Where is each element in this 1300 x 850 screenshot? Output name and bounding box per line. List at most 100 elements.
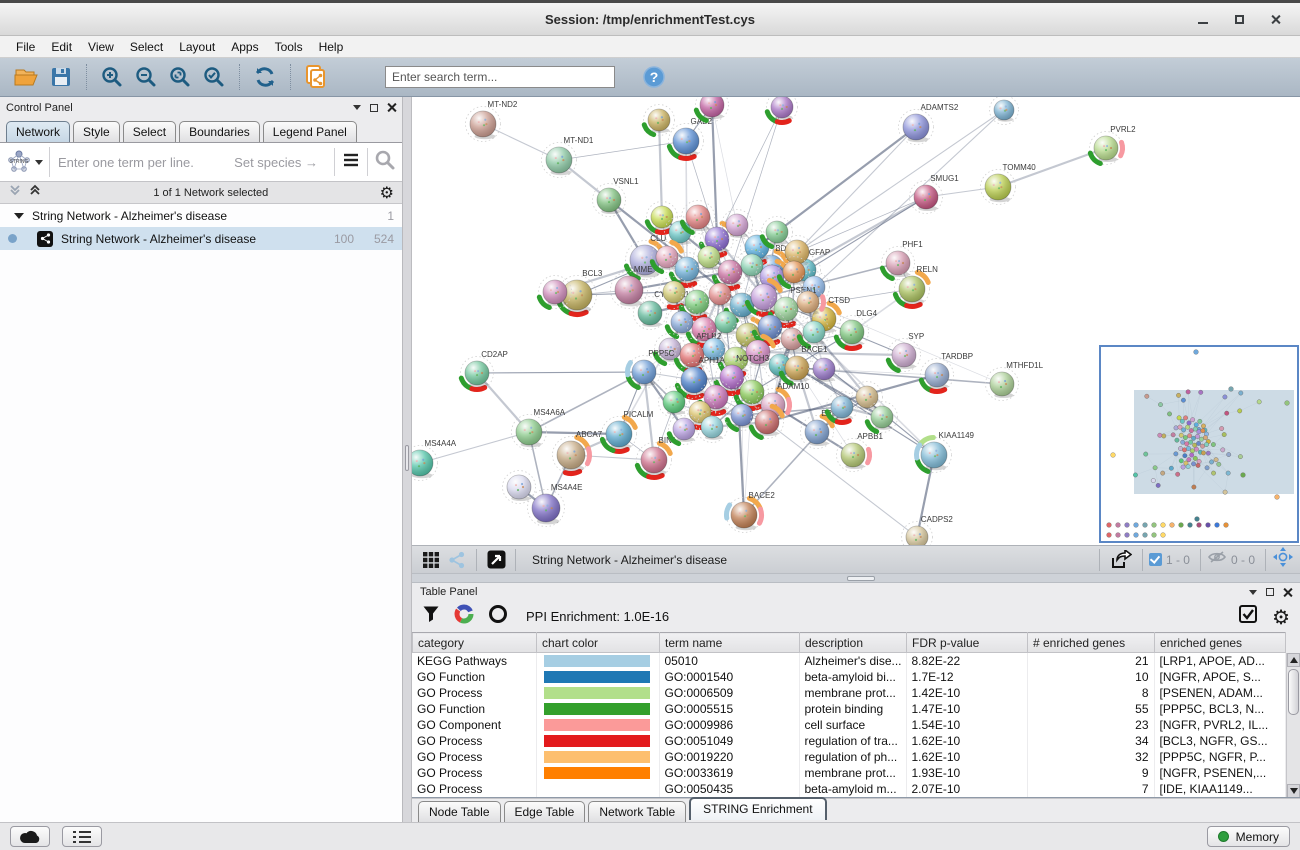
- zoom-fit-icon[interactable]: [163, 62, 197, 92]
- column-header[interactable]: # enriched genes: [1028, 633, 1155, 653]
- column-header[interactable]: enriched genes: [1155, 633, 1286, 653]
- column-header[interactable]: term name: [660, 633, 800, 653]
- network-node[interactable]: [682, 201, 715, 234]
- network-node[interactable]: [539, 276, 572, 309]
- network-node-ms4a6a[interactable]: MS4A6A: [512, 408, 566, 450]
- network-node[interactable]: [799, 317, 830, 348]
- tab-edge-table[interactable]: Edge Table: [504, 801, 586, 822]
- table-panel-menu-icon[interactable]: [1249, 590, 1257, 595]
- network-node-cadps2[interactable]: CADPS2: [902, 515, 954, 545]
- hidden-eye-icon[interactable]: [1207, 550, 1227, 569]
- network-collection-row[interactable]: String Network - Alzheimer's disease 1: [0, 204, 402, 227]
- network-node-bin1[interactable]: BIN1: [637, 436, 677, 478]
- tab-style[interactable]: Style: [73, 121, 120, 142]
- close-button[interactable]: [1268, 12, 1282, 26]
- memory-button[interactable]: Memory: [1207, 826, 1290, 847]
- network-node-pvrl2[interactable]: PVRL2: [1090, 125, 1137, 165]
- column-header[interactable]: FDR p-value: [907, 633, 1028, 653]
- string-logo-icon[interactable]: STRING: [6, 147, 50, 177]
- network-node-tomm40[interactable]: TOMM40: [981, 163, 1037, 205]
- menu-edit[interactable]: Edit: [43, 38, 80, 56]
- network-node[interactable]: [990, 97, 1019, 125]
- network-node-cd2ap[interactable]: CD2AP: [461, 350, 508, 390]
- network-node-adamts2[interactable]: ADAMTS2: [899, 103, 959, 145]
- network-node-abca7[interactable]: ABCA7: [553, 430, 603, 474]
- birdseye-viewport-rect[interactable]: [1134, 390, 1294, 494]
- panel-menu-icon[interactable]: [353, 105, 361, 110]
- table-row[interactable]: GO ProcessGO:0033619membrane prot...1.93…: [412, 765, 1285, 781]
- string-options-icon[interactable]: [341, 151, 361, 174]
- splitter-handle[interactable]: [847, 576, 875, 581]
- expand-all-icon[interactable]: [28, 183, 42, 202]
- zoom-out-icon[interactable]: [129, 62, 163, 92]
- network-node[interactable]: [659, 387, 690, 418]
- network-node[interactable]: [503, 471, 536, 504]
- string-query-input[interactable]: [50, 155, 234, 170]
- birdseye-panel[interactable]: [1099, 345, 1299, 543]
- panel-close-icon[interactable]: [387, 103, 396, 112]
- network-node-picalm[interactable]: PICALM: [602, 410, 654, 452]
- table-row[interactable]: GO ProcessGO:0006509membrane prot...1.42…: [412, 685, 1285, 701]
- grid-view-icon[interactable]: [418, 545, 444, 575]
- network-node[interactable]: [722, 210, 753, 241]
- tab-network-table[interactable]: Network Table: [588, 801, 686, 822]
- menu-view[interactable]: View: [80, 38, 122, 56]
- table-scrollbar[interactable]: [1286, 653, 1300, 798]
- network-node[interactable]: [669, 414, 700, 445]
- tab-string-enrichment[interactable]: STRING Enrichment: [689, 797, 826, 820]
- menu-tools[interactable]: Tools: [267, 38, 311, 56]
- network-node-mthfd1l[interactable]: MTHFD1L: [986, 361, 1044, 401]
- tab-boundaries[interactable]: Boundaries: [179, 121, 260, 142]
- search-input[interactable]: [385, 66, 615, 88]
- birdseye-toggle-icon[interactable]: [1272, 546, 1294, 573]
- panel-float-icon[interactable]: [370, 104, 378, 112]
- network-node[interactable]: [697, 412, 728, 443]
- scroll-down-icon[interactable]: [1287, 784, 1300, 798]
- network-node[interactable]: [809, 354, 840, 385]
- vertical-splitter[interactable]: [403, 97, 412, 822]
- table-row[interactable]: GO ProcessGO:0051049regulation of tra...…: [412, 733, 1285, 749]
- table-row[interactable]: GO ComponentGO:0009986cell surface1.54E-…: [412, 717, 1285, 733]
- donut-chart-icon[interactable]: [454, 604, 474, 629]
- collection-expand-icon[interactable]: [14, 213, 24, 219]
- table-row[interactable]: GO ProcessGO:0019220regulation of ph...1…: [412, 749, 1285, 765]
- export-network-icon[interactable]: [1106, 545, 1136, 575]
- network-node-ms4a4e[interactable]: MS4A4E: [528, 483, 583, 527]
- menu-apps[interactable]: Apps: [223, 38, 266, 56]
- zoom-selected-icon[interactable]: [197, 62, 231, 92]
- collapse-all-icon[interactable]: [8, 183, 22, 202]
- horizontal-splitter[interactable]: [412, 573, 1300, 583]
- network-node[interactable]: [644, 105, 675, 136]
- menu-layout[interactable]: Layout: [171, 38, 223, 56]
- open-session-button[interactable]: [10, 62, 44, 92]
- table-row[interactable]: GO FunctionGO:0005515protein binding1.47…: [412, 701, 1285, 717]
- network-node-mt-nd2[interactable]: MT-ND2: [466, 100, 518, 142]
- network-node[interactable]: [696, 97, 729, 122]
- scroll-up-icon[interactable]: [1287, 653, 1300, 667]
- network-options-gear-icon[interactable]: ⚙: [380, 185, 394, 201]
- open-in-browser-icon[interactable]: [483, 545, 509, 575]
- column-header[interactable]: chart color: [537, 633, 660, 653]
- set-species-label[interactable]: Set species →: [234, 155, 328, 170]
- network-node[interactable]: [827, 392, 858, 423]
- network-node-tardbp[interactable]: TARDBP: [921, 352, 974, 392]
- table-panel-close-icon[interactable]: [1283, 588, 1292, 597]
- network-node[interactable]: [867, 402, 898, 433]
- column-header[interactable]: description: [800, 633, 907, 653]
- tab-network[interactable]: Network: [6, 121, 70, 142]
- network-node-apbb1[interactable]: APBB1: [837, 432, 884, 472]
- network-canvas[interactable]: MT-ND2MT-ND1VSNL1GAB2ADAMTS2PVRL2TOMM40S…: [412, 97, 1300, 545]
- help-icon[interactable]: ?: [637, 62, 671, 92]
- splitter-handle[interactable]: [405, 445, 409, 471]
- zoom-in-icon[interactable]: [95, 62, 129, 92]
- table-row[interactable]: KEGG Pathways05010Alzheimer's dise...8.8…: [412, 653, 1285, 669]
- tab-node-table[interactable]: Node Table: [418, 801, 501, 822]
- refresh-icon[interactable]: [248, 62, 282, 92]
- menu-select[interactable]: Select: [122, 38, 171, 56]
- menu-file[interactable]: File: [8, 38, 43, 56]
- select-columns-icon[interactable]: [1238, 604, 1258, 629]
- network-node-gab2[interactable]: GAB2: [669, 117, 713, 159]
- network-node-bace2[interactable]: BACE2: [727, 491, 776, 533]
- network-node[interactable]: [751, 406, 784, 439]
- ring-chart-icon[interactable]: [488, 604, 508, 629]
